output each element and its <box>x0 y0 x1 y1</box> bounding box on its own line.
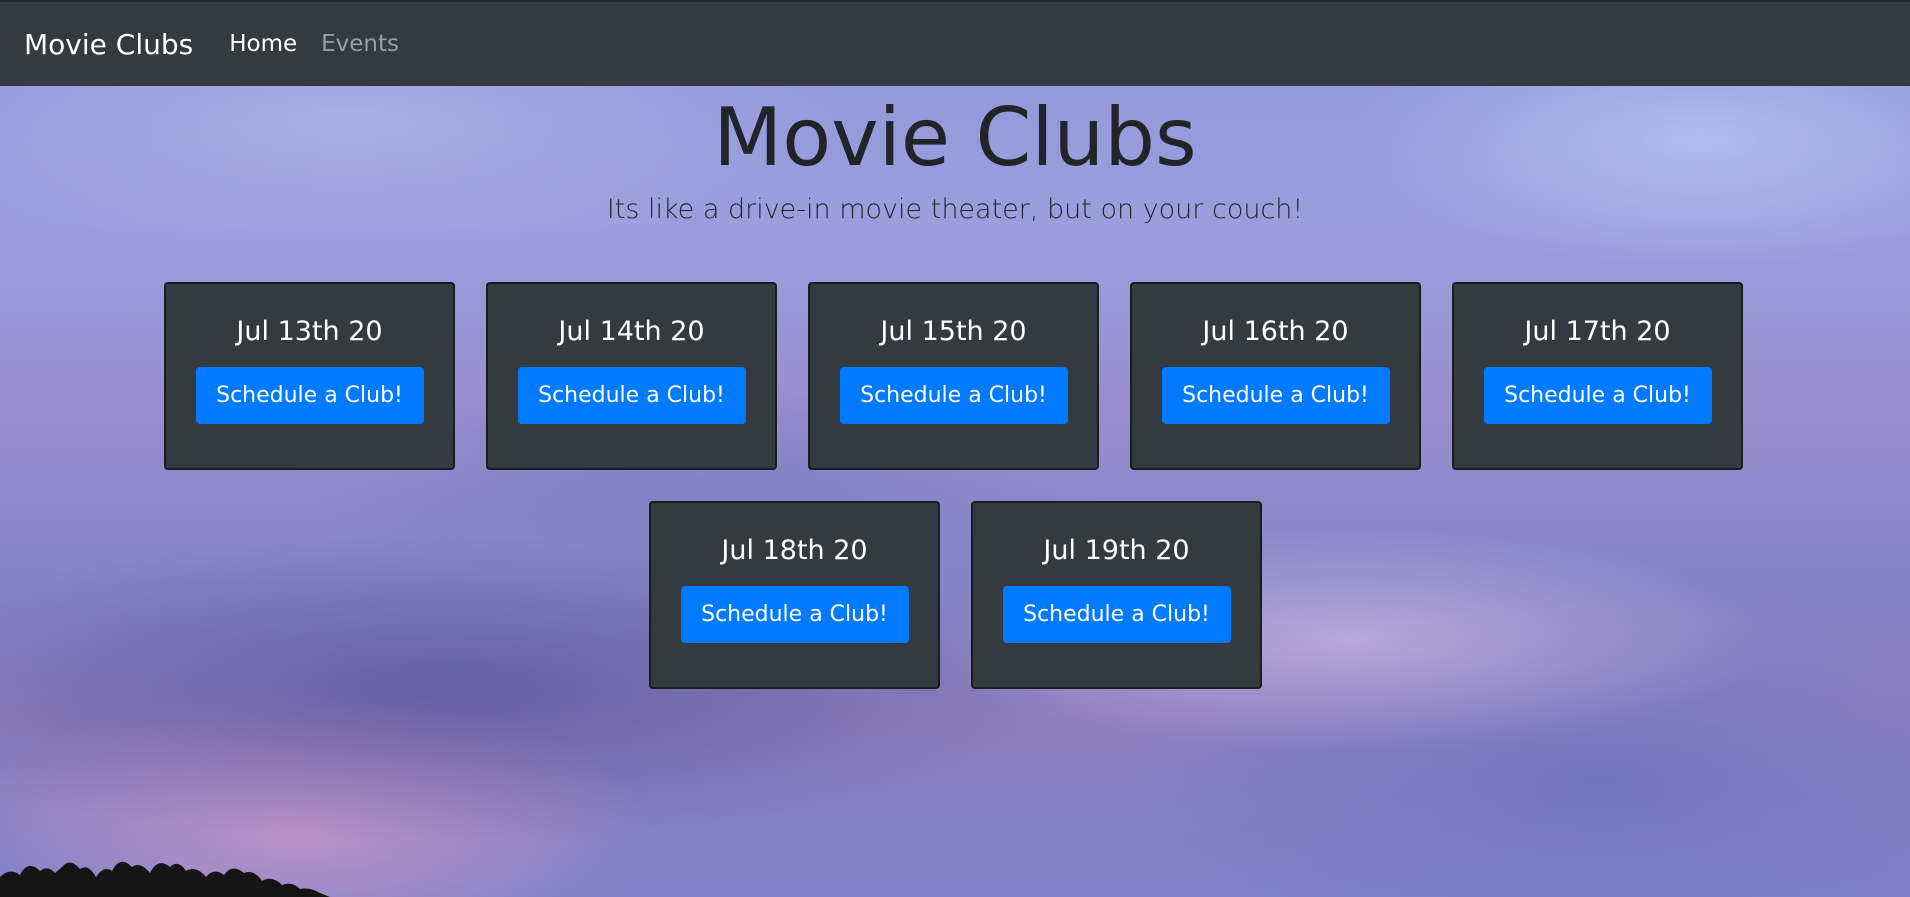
event-card: Jul 18th 20 Schedule a Club! <box>649 501 940 689</box>
page-title: Movie Clubs <box>713 91 1197 184</box>
schedule-club-button[interactable]: Schedule a Club! <box>839 367 1068 424</box>
event-card: Jul 13th 20 Schedule a Club! <box>164 282 455 470</box>
event-date: Jul 17th 20 <box>1524 316 1671 347</box>
schedule-club-button[interactable]: Schedule a Club! <box>1002 586 1231 643</box>
event-card: Jul 17th 20 Schedule a Club! <box>1452 282 1743 470</box>
event-card: Jul 19th 20 Schedule a Club! <box>971 501 1262 689</box>
hero: Movie Clubs Its like a drive-in movie th… <box>0 86 1910 226</box>
event-date: Jul 13th 20 <box>236 316 383 347</box>
schedule-club-button[interactable]: Schedule a Club! <box>1161 367 1390 424</box>
event-date: Jul 14th 20 <box>558 316 705 347</box>
schedule-club-button[interactable]: Schedule a Club! <box>195 367 424 424</box>
event-date: Jul 18th 20 <box>721 535 868 566</box>
tree-silhouette <box>0 861 330 897</box>
event-card: Jul 15th 20 Schedule a Club! <box>808 282 1099 470</box>
event-card: Jul 14th 20 Schedule a Club! <box>486 282 777 470</box>
page-subtitle: Its like a drive-in movie theater, but o… <box>606 194 1304 225</box>
event-date: Jul 15th 20 <box>880 316 1027 347</box>
nav-link-events[interactable]: Events <box>321 31 399 57</box>
event-card: Jul 16th 20 Schedule a Club! <box>1130 282 1421 470</box>
nav-link-home[interactable]: Home <box>229 31 297 57</box>
navbar: Movie Clubs Home Events <box>0 0 1910 86</box>
navbar-brand[interactable]: Movie Clubs <box>24 28 193 61</box>
schedule-club-button[interactable]: Schedule a Club! <box>680 586 909 643</box>
event-date: Jul 16th 20 <box>1202 316 1349 347</box>
schedule-club-button[interactable]: Schedule a Club! <box>1483 367 1712 424</box>
event-card-list: Jul 13th 20 Schedule a Club! Jul 14th 20… <box>0 282 1910 720</box>
schedule-club-button[interactable]: Schedule a Club! <box>517 367 746 424</box>
event-date: Jul 19th 20 <box>1043 535 1190 566</box>
